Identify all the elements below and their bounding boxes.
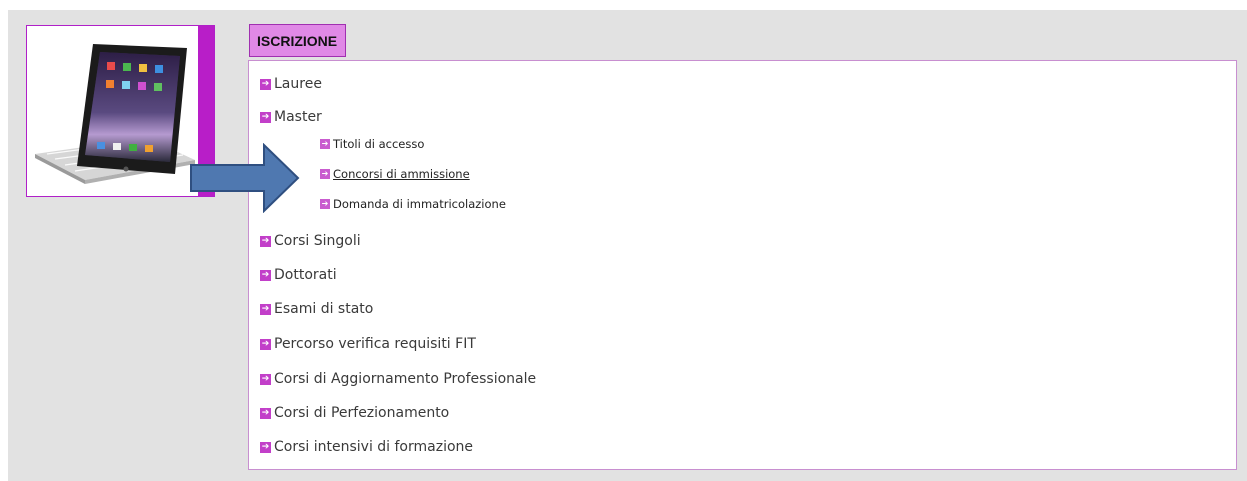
menu-item-corsi-singoli[interactable]: ➔ Corsi Singoli	[260, 233, 361, 249]
menu-item-dottorati[interactable]: ➔ Dottorati	[260, 267, 337, 283]
menu-item-aggiornamento-professionale[interactable]: ➔ Corsi di Aggiornamento Professionale	[260, 371, 536, 387]
menu-item-label: Corsi di Perfezionamento	[274, 405, 450, 421]
arrow-right-icon: ➔	[320, 169, 330, 179]
menu-item-label: Percorso verifica requisiti FIT	[274, 336, 476, 352]
menu-panel: ➔ Lauree ➔ Master ➔ Titoli di accesso ➔ …	[248, 60, 1237, 470]
menu-item-label: Esami di stato	[274, 301, 374, 317]
menu-item-label: Master	[274, 109, 322, 125]
tablet-keyboard-illustration	[35, 44, 195, 184]
menu-item-label: Lauree	[274, 76, 322, 92]
arrow-right-icon: ➔	[260, 78, 271, 90]
submenu-item-titoli-di-accesso[interactable]: ➔ Titoli di accesso	[320, 137, 424, 151]
menu-item-label: Dottorati	[274, 267, 337, 283]
submenu-item-label: Concorsi di ammissione	[333, 167, 470, 181]
arrow-right-icon: ➔	[260, 111, 271, 123]
menu-item-percorso-fit[interactable]: ➔ Percorso verifica requisiti FIT	[260, 336, 476, 352]
arrow-right-icon: ➔	[260, 338, 271, 350]
arrow-right-icon: ➔	[260, 407, 271, 419]
menu-item-perfezionamento[interactable]: ➔ Corsi di Perfezionamento	[260, 405, 449, 421]
submenu-item-label: Titoli di accesso	[333, 137, 425, 151]
submenu-item-domanda-di-immatricolazione[interactable]: ➔ Domanda di immatricolazione	[320, 197, 506, 211]
menu-item-master[interactable]: ➔ Master	[260, 109, 322, 125]
arrow-right-icon: ➔	[260, 235, 271, 247]
arrow-right-icon: ➔	[260, 441, 271, 453]
menu-item-esami-di-stato[interactable]: ➔ Esami di stato	[260, 301, 373, 317]
arrow-right-icon: ➔	[320, 139, 330, 149]
menu-item-label: Corsi Singoli	[274, 233, 361, 249]
menu-item-corsi-intensivi[interactable]: ➔ Corsi intensivi di formazione	[260, 439, 473, 455]
arrow-right-icon: ➔	[260, 269, 271, 281]
big-arrow-right-icon	[190, 143, 300, 213]
submenu-item-label: Domanda di immatricolazione	[333, 197, 506, 211]
section-title: ISCRIZIONE	[249, 24, 347, 57]
menu-item-label: Corsi intensivi di formazione	[274, 439, 474, 455]
tablet-image	[26, 25, 215, 197]
arrow-right-icon: ➔	[260, 373, 271, 385]
menu-item-label: Corsi di Aggiornamento Professionale	[274, 371, 537, 387]
arrow-right-icon: ➔	[260, 303, 271, 315]
arrow-right-icon: ➔	[320, 199, 330, 209]
submenu-item-concorsi-di-ammissione[interactable]: ➔ Concorsi di ammissione	[320, 167, 470, 181]
menu-item-lauree[interactable]: ➔ Lauree	[260, 76, 322, 92]
